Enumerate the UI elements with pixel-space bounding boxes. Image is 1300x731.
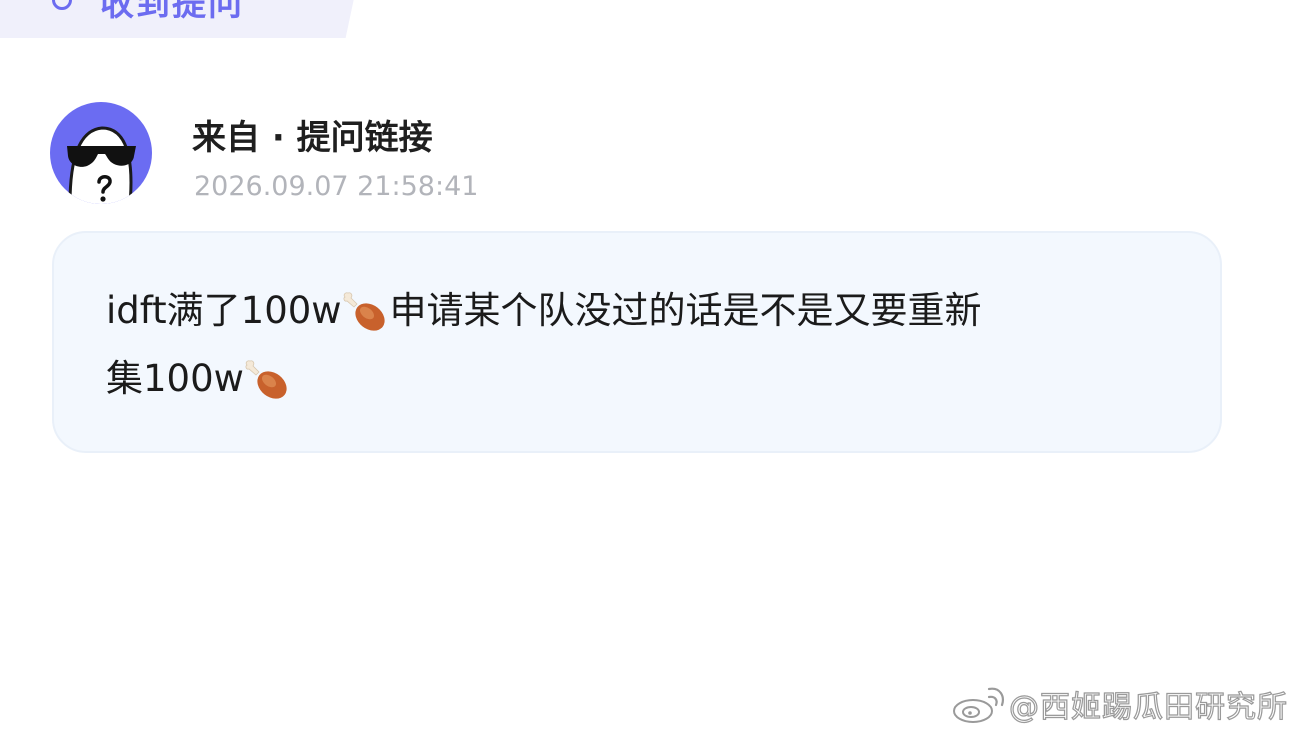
- anonymous-sunglasses-icon: [67, 126, 136, 204]
- tab-title: 收到提问: [100, 0, 244, 24]
- sender-name: 来自 · 提问链接: [192, 118, 433, 158]
- weibo-logo-icon: [953, 687, 1004, 723]
- message-line-2: 集100w: [106, 357, 292, 401]
- message-text-1a: idft满了100w: [106, 289, 342, 332]
- avatar[interactable]: [50, 102, 152, 204]
- message-text-2a: 集100w: [106, 357, 244, 400]
- message-text-1b: 申请某个队没过的话是不是又要重新: [389, 289, 982, 332]
- watermark-text: @西姬踢瓜田研究所: [1008, 689, 1288, 725]
- weibo-watermark: @西姬踢瓜田研究所: [951, 682, 1288, 726]
- message-timestamp: 2026.09.07 21:58:41: [194, 171, 479, 202]
- drumstick-emoji-icon: [245, 360, 287, 399]
- question-page: 收到提问 来自 · 提问链接 2026.09.07 21:58:41 idft满…: [0, 0, 1300, 731]
- tab-indicator-icon: [52, 0, 72, 10]
- drumstick-emoji-icon: [343, 292, 385, 331]
- message-line-1: idft满了100w 申请某个队没过的话是不是又要重新: [106, 289, 982, 333]
- question-bubble[interactable]: idft满了100w 申请某个队没过的话是不是又要重新 集100w: [52, 231, 1222, 453]
- received-questions-tab[interactable]: 收到提问: [0, 0, 360, 38]
